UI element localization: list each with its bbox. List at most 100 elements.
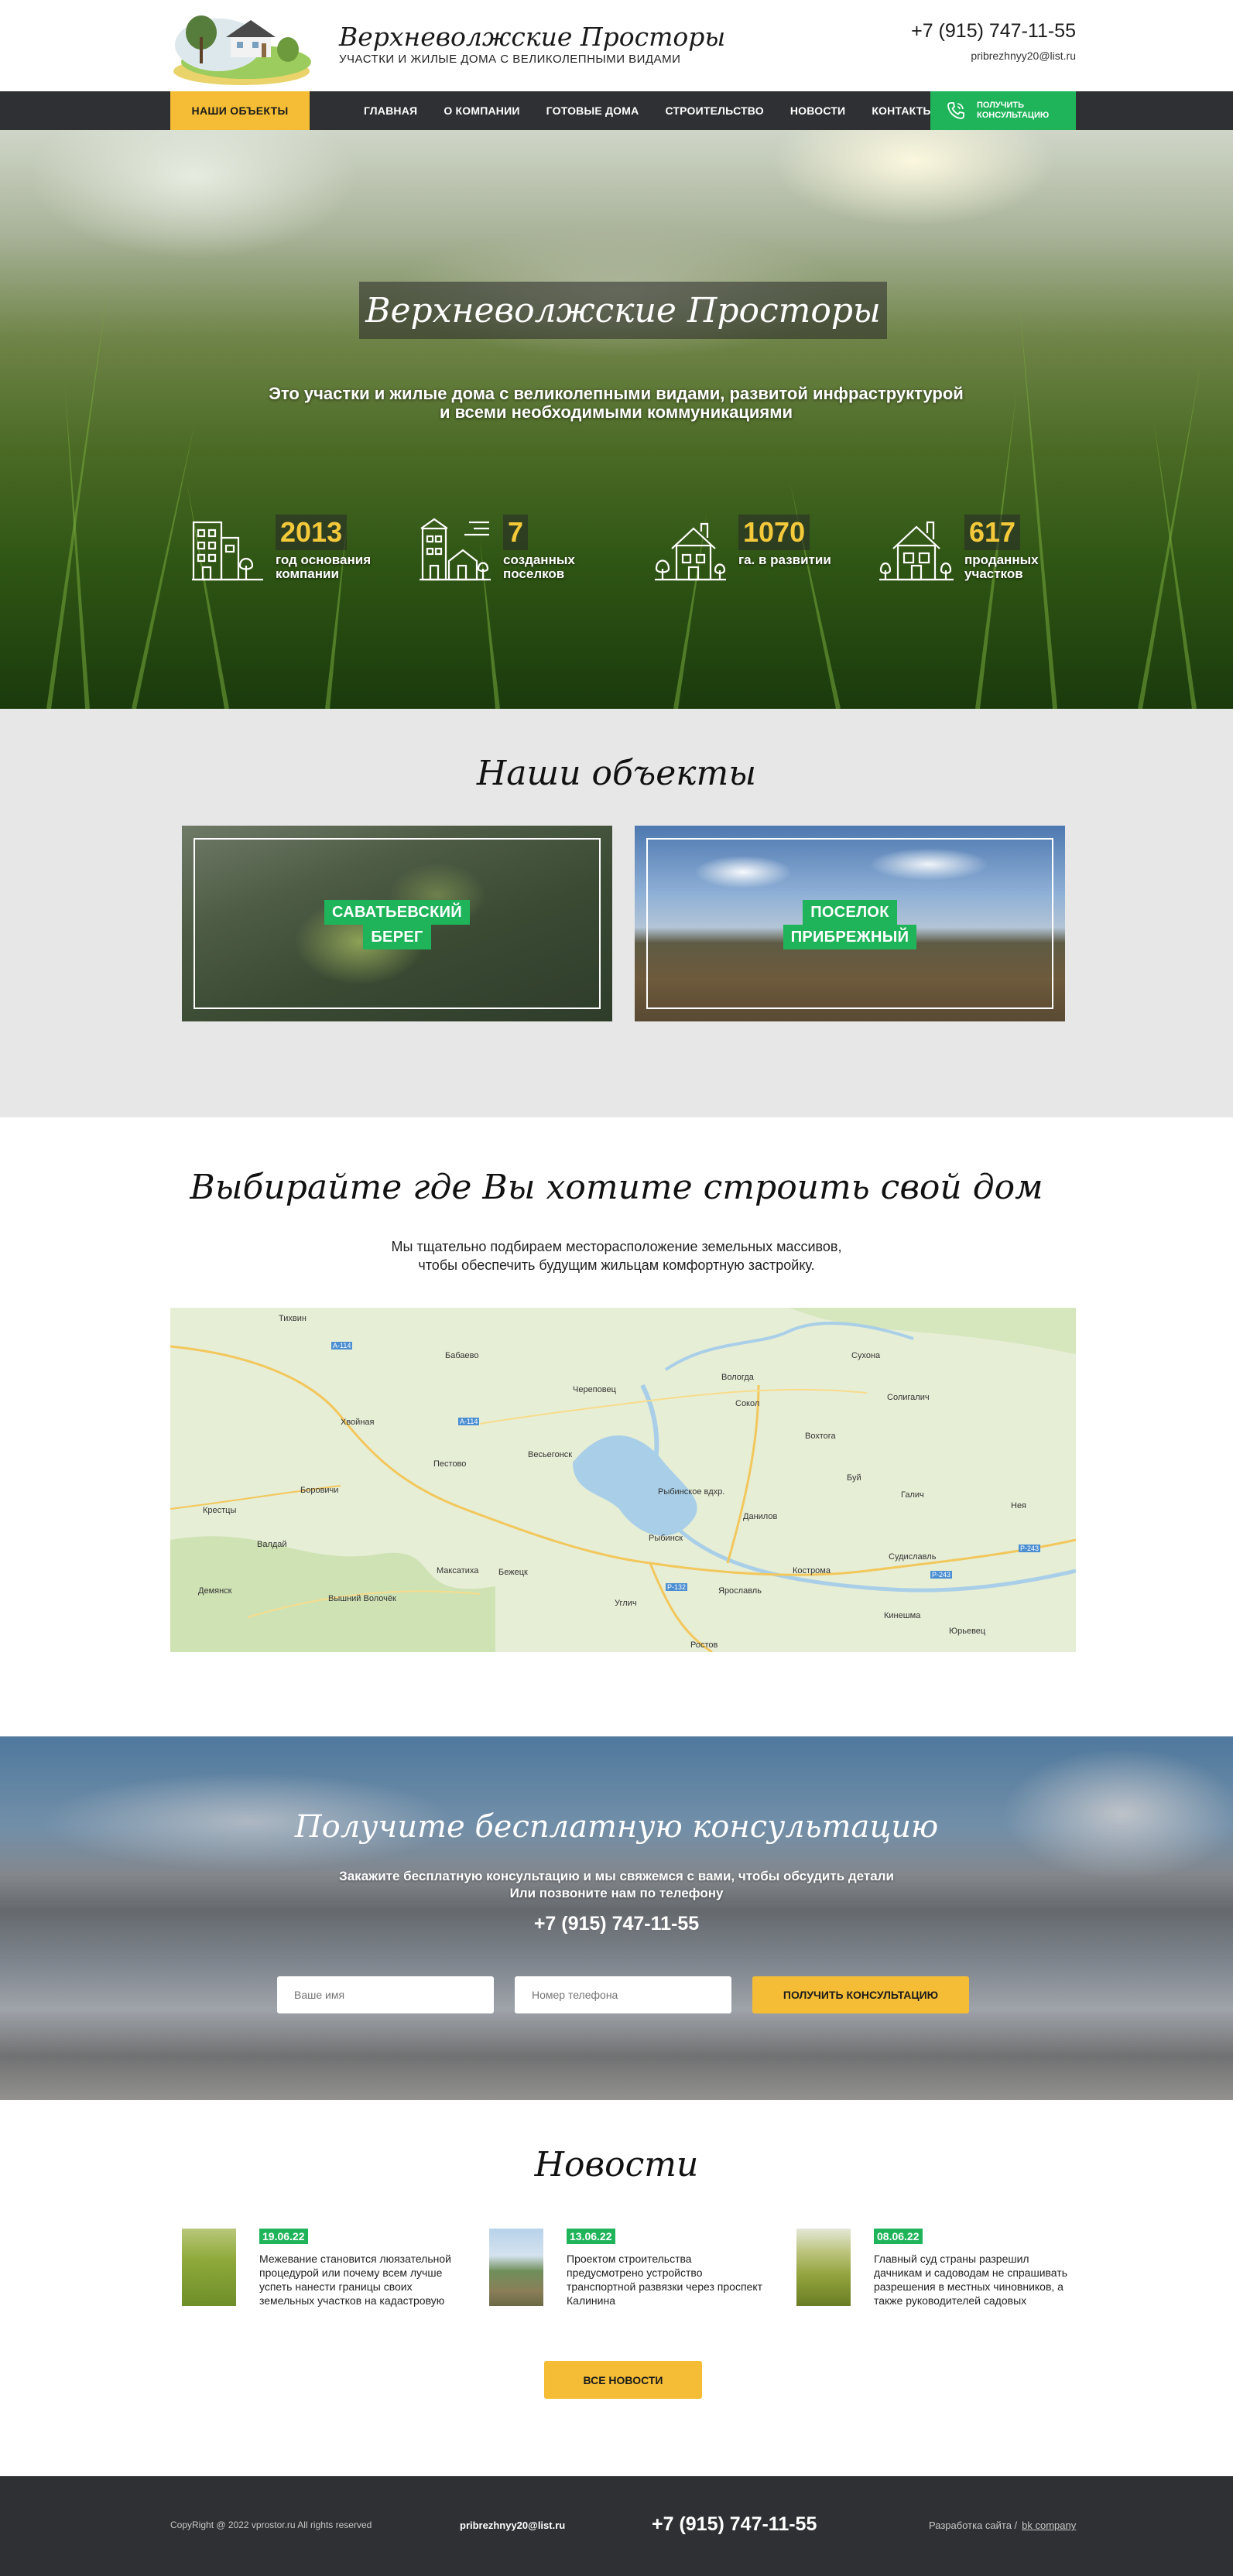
map-section: Выбирайте где Вы хотите строить свой дом… (0, 1117, 1233, 1736)
road-badge: А-114 (331, 1342, 353, 1350)
map-text-line1: Мы тщательно подбираем месторасположение… (391, 1239, 842, 1254)
news-text[interactable]: Проектом строительства предусмотрено уст… (567, 2252, 766, 2307)
stat-founded: 2013 год основания компании (190, 515, 384, 607)
nav-consult-button[interactable]: ПОЛУЧИТЬ КОНСУЛЬТАЦИЮ (930, 91, 1076, 130)
news-title: Новости (534, 2145, 699, 2184)
road-badge: А-114 (458, 1418, 480, 1425)
footer-developer-label: Разработка сайта / (929, 2520, 1018, 2531)
office-building-icon (192, 521, 263, 581)
site-tagline: УЧАСТКИ И ЖИЛЫЕ ДОМА С ВЕЛИКОЛЕПНЫМИ ВИД… (339, 53, 681, 66)
logo[interactable] (172, 6, 311, 87)
map-label: Вышний Волочёк (328, 1594, 396, 1603)
map-label: Галич (901, 1490, 924, 1500)
house-trees-icon (655, 522, 726, 581)
map-label: Пестово (433, 1459, 467, 1469)
map-label: Крестцы (203, 1506, 237, 1515)
stat-villages: 7 созданных поселков (418, 515, 611, 607)
news-thumbnail[interactable] (182, 2229, 236, 2306)
nav-link-contacts[interactable]: КОНТАКТЫ (872, 104, 933, 117)
stat-value: 2013 (276, 515, 348, 550)
nav-link-news[interactable]: НОВОСТИ (790, 104, 845, 117)
object-card-pribrezhny[interactable]: ПОСЕЛОК ПРИБРЕЖНЫЙ (635, 826, 1065, 1021)
header-email[interactable]: pribrezhnyy20@list.ru (971, 50, 1076, 62)
map-label: Вохтога (805, 1432, 836, 1441)
footer-developer-link[interactable]: bk company (1022, 2520, 1076, 2531)
header: Верхневолжские Просторы УЧАСТКИ И ЖИЛЫЕ … (0, 0, 1233, 91)
phone-icon (947, 102, 964, 119)
nav-link-about[interactable]: О КОМПАНИИ (444, 104, 519, 117)
phone-input[interactable] (515, 1976, 731, 2013)
consult-title: Получите бесплатную консультацию (294, 1809, 939, 1845)
nav-link-construction[interactable]: СТРОИТЕЛЬСТВО (665, 104, 763, 117)
hero-subtitle: Это участки и жилые дома с великолепными… (229, 385, 1003, 422)
hero-subtitle-line2: и всеми необходимыми коммуникациями (439, 402, 793, 422)
objects-section: Наши объекты САВАТЬЕВСКИЙ БЕРЕГ ПОСЕЛОК … (0, 709, 1233, 1117)
stat-label: год основания компании (276, 552, 372, 581)
map-label: Солигалич (887, 1393, 930, 1402)
map-label: Боровичи (300, 1486, 339, 1495)
news-item[interactable]: 19.06.22 Межевание становится люязательн… (182, 2229, 461, 2314)
object-label-line1: ПОСЕЛОК (803, 900, 897, 925)
footer: CopyRight @ 2022 vprostor.ru All rights … (0, 2476, 1233, 2576)
map-section-text: Мы тщательно подбираем месторасположение… (0, 1237, 1233, 1274)
footer-copyright: CopyRight @ 2022 vprostor.ru All rights … (170, 2520, 372, 2530)
site-name[interactable]: Верхневолжские Просторы (339, 22, 725, 52)
hero-title-box: Верхневолжские Просторы (359, 282, 887, 339)
get-consultation-button[interactable]: ПОЛУЧИТЬ КОНСУЛЬТАЦИЮ (752, 1976, 969, 2013)
news-item[interactable]: 08.06.22 Главный суд страны разрешил дач… (796, 2229, 1075, 2314)
map-label: Кинешма (884, 1611, 921, 1620)
map-label: Данилов (743, 1512, 778, 1521)
region-map[interactable]: Тихвин Бабаево Череповец Вологда Сухона … (170, 1308, 1076, 1652)
village-buildings-icon (420, 518, 491, 581)
map-label: Кострома (793, 1566, 831, 1575)
object-label-line2: БЕРЕГ (363, 925, 431, 949)
objects-title: Наши объекты (476, 754, 757, 793)
stat-label: созданных поселков (503, 552, 575, 581)
map-label: Череповец (573, 1385, 616, 1394)
stat-sold-plots: 617 проданных участков (879, 515, 1073, 607)
name-input[interactable] (277, 1976, 494, 2013)
footer-email[interactable]: pribrezhnyy20@list.ru (460, 2520, 565, 2531)
all-news-button[interactable]: ВСЕ НОВОСТИ (544, 2361, 702, 2399)
news-section: Новости 19.06.22 Межевание становится лю… (0, 2100, 1233, 2476)
stat-value: 1070 (738, 515, 810, 550)
map-label: Тихвин (279, 1314, 307, 1323)
map-label: Демянск (198, 1586, 232, 1596)
stat-value: 7 (503, 515, 529, 550)
consult-text: Закажите бесплатную консультацию и мы св… (0, 1868, 1233, 1902)
map-label: Ростов (690, 1640, 718, 1650)
nav-consult-label: ПОЛУЧИТЬ КОНСУЛЬТАЦИЮ (977, 101, 1050, 120)
map-label: Максатиха (437, 1566, 479, 1575)
consult-text-line1: Закажите бесплатную консультацию и мы св… (339, 1869, 894, 1883)
road-badge: Р-243 (1019, 1545, 1041, 1552)
footer-phone[interactable]: +7 (915) 747-11-55 (652, 2513, 817, 2536)
nav-link-home[interactable]: ГЛАВНАЯ (364, 104, 417, 117)
map-label: Бабаево (445, 1351, 479, 1360)
news-thumbnail[interactable] (796, 2229, 851, 2306)
map-label: Углич (615, 1599, 637, 1608)
news-date: 19.06.22 (259, 2229, 308, 2244)
map-label: Сухона (851, 1351, 881, 1360)
news-item[interactable]: 13.06.22 Проектом строительства предусмо… (489, 2229, 768, 2314)
map-label: Ярославль (718, 1586, 762, 1596)
news-text[interactable]: Межевание становится люязательной процед… (259, 2252, 459, 2307)
object-label-line1: САВАТЬЕВСКИЙ (324, 900, 470, 925)
map-label: Весьегонск (528, 1450, 573, 1459)
map-label: Хвойная (341, 1418, 375, 1427)
stat-value: 617 (964, 515, 1021, 550)
map-label: Рыбинск (649, 1534, 683, 1543)
stat-label: проданных участков (964, 552, 1039, 581)
nav-link-ready-houses[interactable]: ГОТОВЫЕ ДОМА (546, 104, 639, 117)
stat-label: га. в развитии (738, 552, 831, 567)
news-text[interactable]: Главный суд страны разрешил дачникам и с… (874, 2252, 1074, 2307)
map-label: Буй (847, 1473, 861, 1483)
nav-links: ГЛАВНАЯ О КОМПАНИИ ГОТОВЫЕ ДОМА СТРОИТЕЛ… (364, 91, 933, 130)
news-thumbnail[interactable] (489, 2229, 543, 2306)
hero-section: Верхневолжские Просторы Это участки и жи… (0, 130, 1233, 709)
header-phone[interactable]: +7 (915) 747-11-55 (911, 20, 1076, 43)
hero-title: Верхневолжские Просторы (365, 290, 881, 330)
nav-our-objects-button[interactable]: НАШИ ОБЪЕКТЫ (170, 91, 310, 130)
consult-phone[interactable]: +7 (915) 747-11-55 (0, 1913, 1233, 1935)
object-card-savatyevsky[interactable]: САВАТЬЕВСКИЙ БЕРЕГ (182, 826, 612, 1021)
map-label: Бежецк (498, 1568, 528, 1577)
